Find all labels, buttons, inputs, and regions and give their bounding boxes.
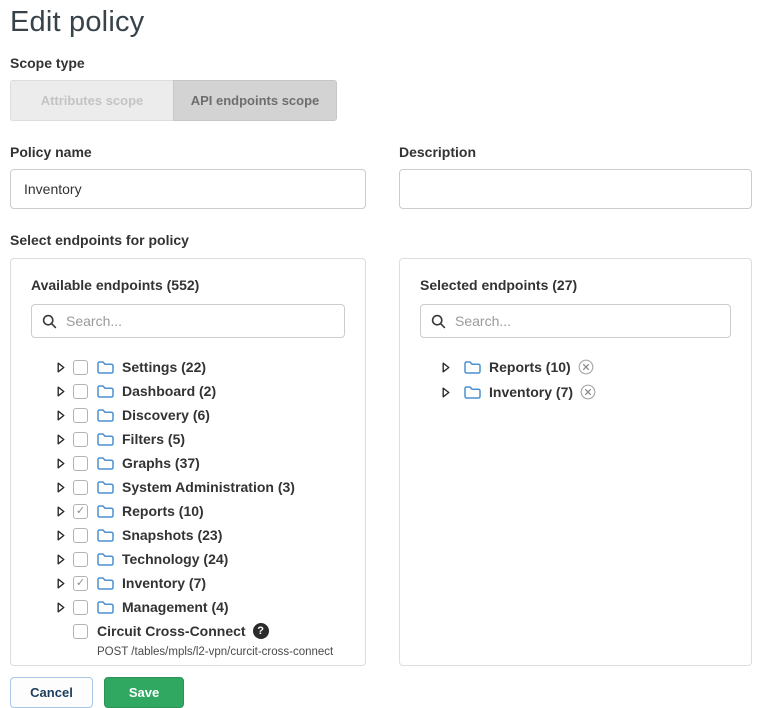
folder-icon [97, 552, 114, 567]
checkbox[interactable] [73, 552, 88, 567]
folder-icon [97, 432, 114, 447]
tree-row: Management (4) [57, 595, 345, 619]
tree-row: Dashboard (2) [57, 379, 345, 403]
tree-row: Inventory (7) [442, 380, 731, 404]
endpoint-path-text: POST /tables/mpls/l2-vpn/curcit-cross-co… [57, 646, 345, 658]
save-button[interactable]: Save [104, 677, 184, 708]
folder-icon [97, 576, 114, 591]
tree-row: System Administration (3) [57, 475, 345, 499]
folder-icon [97, 480, 114, 495]
tree-row: ✓ Inventory (7) [57, 571, 345, 595]
checkbox[interactable]: ✓ [73, 504, 88, 519]
tree-item-label: Inventory (7) [122, 575, 206, 591]
available-search-input[interactable] [66, 313, 334, 329]
caret-right-icon[interactable] [57, 482, 65, 493]
tree-row: ✓ Reports (10) [57, 499, 345, 523]
folder-icon [97, 408, 114, 423]
tree-item-label: Management (4) [122, 599, 229, 615]
caret-right-icon[interactable] [57, 530, 65, 541]
folder-icon [97, 600, 114, 615]
caret-right-icon[interactable] [57, 410, 65, 421]
tree-item-label: Discovery (6) [122, 407, 210, 423]
search-icon [42, 314, 57, 329]
available-search-box [31, 304, 345, 338]
folder-icon [97, 504, 114, 519]
selected-endpoints-panel: Selected endpoints (27) Reports (10) Inve… [399, 258, 752, 666]
selected-search-box [420, 304, 731, 338]
form-actions: Cancel Save [10, 677, 753, 708]
caret-right-icon[interactable] [57, 554, 65, 565]
api-endpoints-scope-button[interactable]: API endpoints scope [173, 80, 337, 121]
caret-right-icon[interactable] [57, 602, 65, 613]
checkbox[interactable]: ✓ [73, 576, 88, 591]
tree-row: Technology (24) [57, 547, 345, 571]
tree-row: Filters (5) [57, 427, 345, 451]
tree-row: Reports (10) [442, 355, 731, 379]
tree-item-label: Settings (22) [122, 359, 206, 375]
tree-row: Graphs (37) [57, 451, 345, 475]
question-mark-icon[interactable]: ? [253, 623, 269, 639]
selected-search-input[interactable] [455, 313, 720, 329]
folder-icon [97, 360, 114, 375]
selected-endpoints-title: Selected endpoints (27) [420, 277, 731, 293]
folder-icon [97, 528, 114, 543]
tree-item-label: Filters (5) [122, 431, 185, 447]
description-label: Description [399, 144, 752, 160]
tree-item-label: Reports (10) [489, 359, 571, 375]
folder-icon [464, 360, 481, 375]
tree-item-label: Technology (24) [122, 551, 228, 567]
tree-item-label: Inventory (7) [489, 384, 573, 400]
caret-right-icon[interactable] [57, 578, 65, 589]
checkbox[interactable] [73, 432, 88, 447]
policy-name-input[interactable] [10, 169, 366, 209]
checkbox[interactable] [73, 624, 88, 639]
tree-item-label: Snapshots (23) [122, 527, 222, 543]
scope-type-toggle: Attributes scope API endpoints scope [10, 80, 337, 121]
search-icon [431, 314, 446, 329]
available-endpoints-tree: Settings (22) Dashboard (2) Discovery (6) F… [31, 355, 345, 658]
scope-type-label: Scope type [10, 55, 753, 71]
selected-endpoints-tree: Reports (10) Inventory (7) [420, 355, 731, 404]
tree-item-label: Reports (10) [122, 503, 204, 519]
caret-right-icon[interactable] [57, 386, 65, 397]
tree-item-label: Graphs (37) [122, 455, 200, 471]
checkbox[interactable] [73, 408, 88, 423]
tree-row: Settings (22) [57, 355, 345, 379]
checkbox[interactable] [73, 600, 88, 615]
folder-icon [97, 456, 114, 471]
checkbox[interactable] [73, 528, 88, 543]
tree-row: Circuit Cross-Connect? [57, 619, 345, 643]
attributes-scope-button[interactable]: Attributes scope [10, 80, 173, 121]
select-endpoints-label: Select endpoints for policy [10, 232, 753, 248]
caret-right-icon[interactable] [57, 506, 65, 517]
caret-right-icon[interactable] [442, 387, 450, 398]
caret-right-icon[interactable] [442, 362, 450, 373]
folder-icon [464, 385, 481, 400]
tree-row: Snapshots (23) [57, 523, 345, 547]
remove-x-icon[interactable] [578, 359, 594, 375]
caret-right-icon[interactable] [57, 434, 65, 445]
policy-name-label: Policy name [10, 144, 366, 160]
available-endpoints-panel: Available endpoints (552) Settings (22) D… [10, 258, 366, 666]
caret-right-icon[interactable] [57, 362, 65, 373]
edit-policy-page: Edit policy Scope type Attributes scope … [0, 0, 763, 708]
available-endpoints-title: Available endpoints (552) [31, 277, 345, 293]
cancel-button[interactable]: Cancel [10, 677, 93, 708]
caret-right-icon[interactable] [57, 458, 65, 469]
tree-item-label: System Administration (3) [122, 479, 295, 495]
remove-x-icon[interactable] [580, 384, 596, 400]
checkbox[interactable] [73, 456, 88, 471]
page-title: Edit policy [10, 6, 753, 39]
folder-icon [97, 384, 114, 399]
description-input[interactable] [399, 169, 752, 209]
tree-row: Discovery (6) [57, 403, 345, 427]
tree-item-label: Circuit Cross-Connect [97, 623, 246, 639]
tree-item-label: Dashboard (2) [122, 383, 216, 399]
checkbox[interactable] [73, 384, 88, 399]
checkbox[interactable] [73, 480, 88, 495]
checkbox[interactable] [73, 360, 88, 375]
